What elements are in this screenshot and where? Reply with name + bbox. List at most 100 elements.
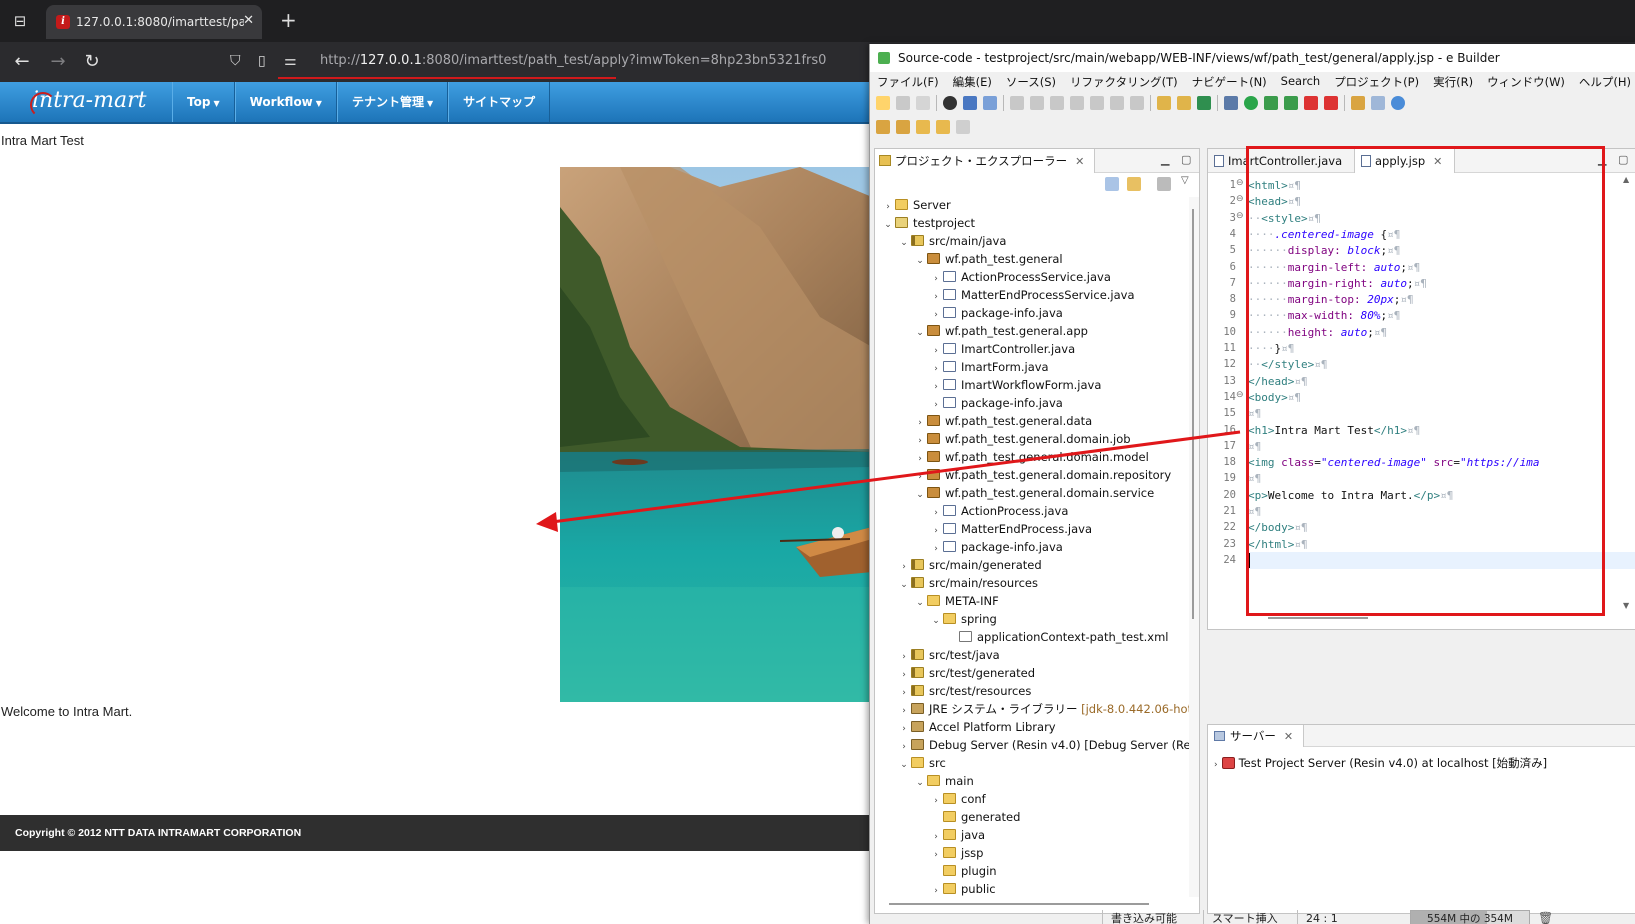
scroll-down-icon[interactable]: ▼ xyxy=(1623,601,1629,610)
build-icon[interactable] xyxy=(1177,96,1191,110)
address-bar[interactable]: ⛉ ▯ ⚌ http://127.0.0.1:8080/imarttest/pa… xyxy=(230,48,870,79)
tree-item[interactable]: › Accel Platform Library xyxy=(897,719,1055,738)
scroll-up-icon[interactable]: ▲ xyxy=(1623,175,1629,184)
project-explorer-scrollbar[interactable] xyxy=(1189,197,1199,897)
nav-top[interactable]: Top ▼ xyxy=(172,82,235,122)
java-perspective-icon[interactable] xyxy=(1197,96,1211,110)
forward-icon[interactable] xyxy=(956,120,970,134)
tree-item[interactable]: › conf xyxy=(929,791,986,808)
open-type-icon[interactable] xyxy=(1351,96,1365,110)
site-settings-icon[interactable]: ⚌ xyxy=(284,53,297,69)
chevron-right-icon[interactable]: › xyxy=(929,271,943,288)
chevron-right-icon[interactable]: › xyxy=(929,847,943,864)
chevron-down-icon[interactable]: ⌄ xyxy=(913,253,927,270)
chevron-right-icon[interactable]: › xyxy=(929,289,943,306)
chevron-right-icon[interactable]: › xyxy=(929,379,943,396)
chevron-down-icon[interactable]: ⌄ xyxy=(913,487,927,504)
tree-item[interactable]: › src/test/generated xyxy=(897,665,1035,682)
chevron-right-icon[interactable]: › xyxy=(897,721,911,738)
tree-item[interactable]: › package-info.java xyxy=(929,395,1063,412)
server-row[interactable]: › Test Project Server (Resin v4.0) at loc… xyxy=(1214,755,1547,771)
browser-tab[interactable]: i 127.0.0.1:8080/imarttest/path_test/app… xyxy=(46,5,262,39)
tree-item[interactable]: › package-info.java xyxy=(929,539,1063,556)
tree-item[interactable]: ⌄ testproject xyxy=(881,215,975,232)
tree-item[interactable]: applicationContext-path_test.xml xyxy=(945,629,1168,646)
menu-refactor[interactable]: リファクタリング(T) xyxy=(1063,72,1185,92)
menu-navigate[interactable]: ナビゲート(N) xyxy=(1185,72,1274,92)
menu-help[interactable]: ヘルプ(H) xyxy=(1572,72,1635,92)
chevron-right-icon[interactable]: › xyxy=(929,523,943,540)
chevron-down-icon[interactable]: ⌄ xyxy=(881,217,895,234)
tree-item[interactable]: › src/main/generated xyxy=(897,557,1041,574)
coverage-icon[interactable] xyxy=(1264,96,1278,110)
tree-item[interactable]: › Server xyxy=(881,197,951,214)
chevron-right-icon[interactable]: › xyxy=(929,505,943,522)
url-text[interactable]: http://127.0.0.1:8080/imarttest/path_tes… xyxy=(320,53,826,68)
chevron-right-icon[interactable]: › xyxy=(929,883,943,897)
chevron-down-icon[interactable]: ⌄ xyxy=(897,235,911,252)
ide-title-bar[interactable]: Source-code - testproject/src/main/webap… xyxy=(870,44,1635,72)
tree-item[interactable]: ⌄ wf.path_test.general.domain.service xyxy=(913,485,1154,502)
chevron-right-icon[interactable]: › xyxy=(929,361,943,378)
chevron-right-icon[interactable]: › xyxy=(897,739,911,756)
step-over-icon[interactable] xyxy=(1110,96,1124,110)
chevron-right-icon[interactable]: › xyxy=(881,199,895,216)
tree-item[interactable]: › public xyxy=(929,881,995,897)
tree-item[interactable]: plugin xyxy=(929,863,997,880)
tree-item[interactable]: › ActionProcessService.java xyxy=(929,269,1111,286)
chevron-right-icon[interactable]: › xyxy=(929,793,943,810)
menu-run[interactable]: 実行(R) xyxy=(1426,72,1480,92)
chevron-right-icon[interactable]: › xyxy=(897,703,911,720)
collapse-all-icon[interactable] xyxy=(1105,177,1119,191)
chevron-right-icon[interactable]: › xyxy=(897,649,911,666)
tree-item[interactable]: › src/test/resources xyxy=(897,683,1031,700)
page-icon[interactable]: ▯ xyxy=(258,53,266,69)
next-annotation-icon[interactable] xyxy=(876,120,890,134)
tree-item[interactable]: › JRE システム・ライブラリー [jdk-8.0.442.06-hotspot… xyxy=(897,701,1189,718)
fold-icon[interactable]: ⊖ xyxy=(1236,194,1244,204)
stop-server-icon[interactable] xyxy=(1304,96,1318,110)
external-tools-icon[interactable] xyxy=(1284,96,1298,110)
link-with-editor-icon[interactable] xyxy=(1127,177,1141,191)
fold-icon[interactable]: ⊖ xyxy=(1236,178,1244,188)
filter-icon[interactable] xyxy=(1157,177,1171,191)
chevron-right-icon[interactable]: › xyxy=(929,307,943,324)
tree-item[interactable]: › wf.path_test.general.domain.job xyxy=(913,431,1130,450)
chevron-right-icon[interactable]: › xyxy=(929,343,943,360)
run-icon[interactable] xyxy=(1244,96,1258,110)
garbage-collect-icon[interactable]: 🗑 xyxy=(1538,911,1553,924)
editor-vscrollbar[interactable]: ▲ ▼ xyxy=(1620,173,1635,613)
chevron-down-icon[interactable]: ⌄ xyxy=(913,775,927,792)
fold-icon[interactable]: ⊖ xyxy=(1236,390,1244,400)
shield-icon[interactable]: ⛉ xyxy=(230,53,241,69)
save-icon[interactable] xyxy=(896,96,910,110)
project-explorer-hscrollbar[interactable] xyxy=(889,903,1149,905)
chevron-down-icon[interactable]: ⌄ xyxy=(913,325,927,342)
tree-item[interactable]: › wf.path_test.general.domain.model xyxy=(913,449,1149,466)
last-edit-icon[interactable] xyxy=(916,120,930,134)
search-icon[interactable] xyxy=(1371,96,1385,110)
tree-item[interactable]: ⌄ src xyxy=(897,755,946,772)
debug-profile-icon[interactable] xyxy=(943,96,957,110)
menu-window[interactable]: ウィンドウ(W) xyxy=(1480,72,1572,92)
maximize-icon[interactable]: ▢ xyxy=(1618,153,1628,166)
tree-item[interactable]: › Debug Server (Resin v4.0) [Debug Server… xyxy=(897,737,1189,754)
tree-item[interactable]: › MatterEndProcessService.java xyxy=(929,287,1134,306)
close-icon[interactable]: ✕ xyxy=(1075,155,1084,168)
chevron-right-icon[interactable]: › xyxy=(913,433,927,450)
tree-item[interactable]: › MatterEndProcess.java xyxy=(929,521,1092,538)
chevron-down-icon[interactable]: ⌄ xyxy=(929,613,943,630)
minimize-icon[interactable]: ▁ xyxy=(1161,153,1169,166)
open-task-icon[interactable] xyxy=(1157,96,1171,110)
tree-item[interactable]: › java xyxy=(929,827,985,844)
tree-item[interactable]: › ImartForm.java xyxy=(929,359,1048,378)
chevron-down-icon[interactable]: ⌄ xyxy=(897,757,911,774)
nav-workflow[interactable]: Workflow ▼ xyxy=(234,82,337,122)
chevron-right-icon[interactable]: › xyxy=(897,667,911,684)
editor-hscrollbar[interactable] xyxy=(1268,617,1368,619)
reload-icon[interactable]: ↻ xyxy=(80,50,104,74)
servers-tab[interactable]: サーバー ✕ xyxy=(1208,725,1305,747)
project-explorer-tab[interactable]: プロジェクト・エクスプローラー ✕ xyxy=(875,149,1096,173)
web-browser-icon[interactable] xyxy=(1391,96,1405,110)
tree-item[interactable]: › package-info.java xyxy=(929,305,1063,322)
